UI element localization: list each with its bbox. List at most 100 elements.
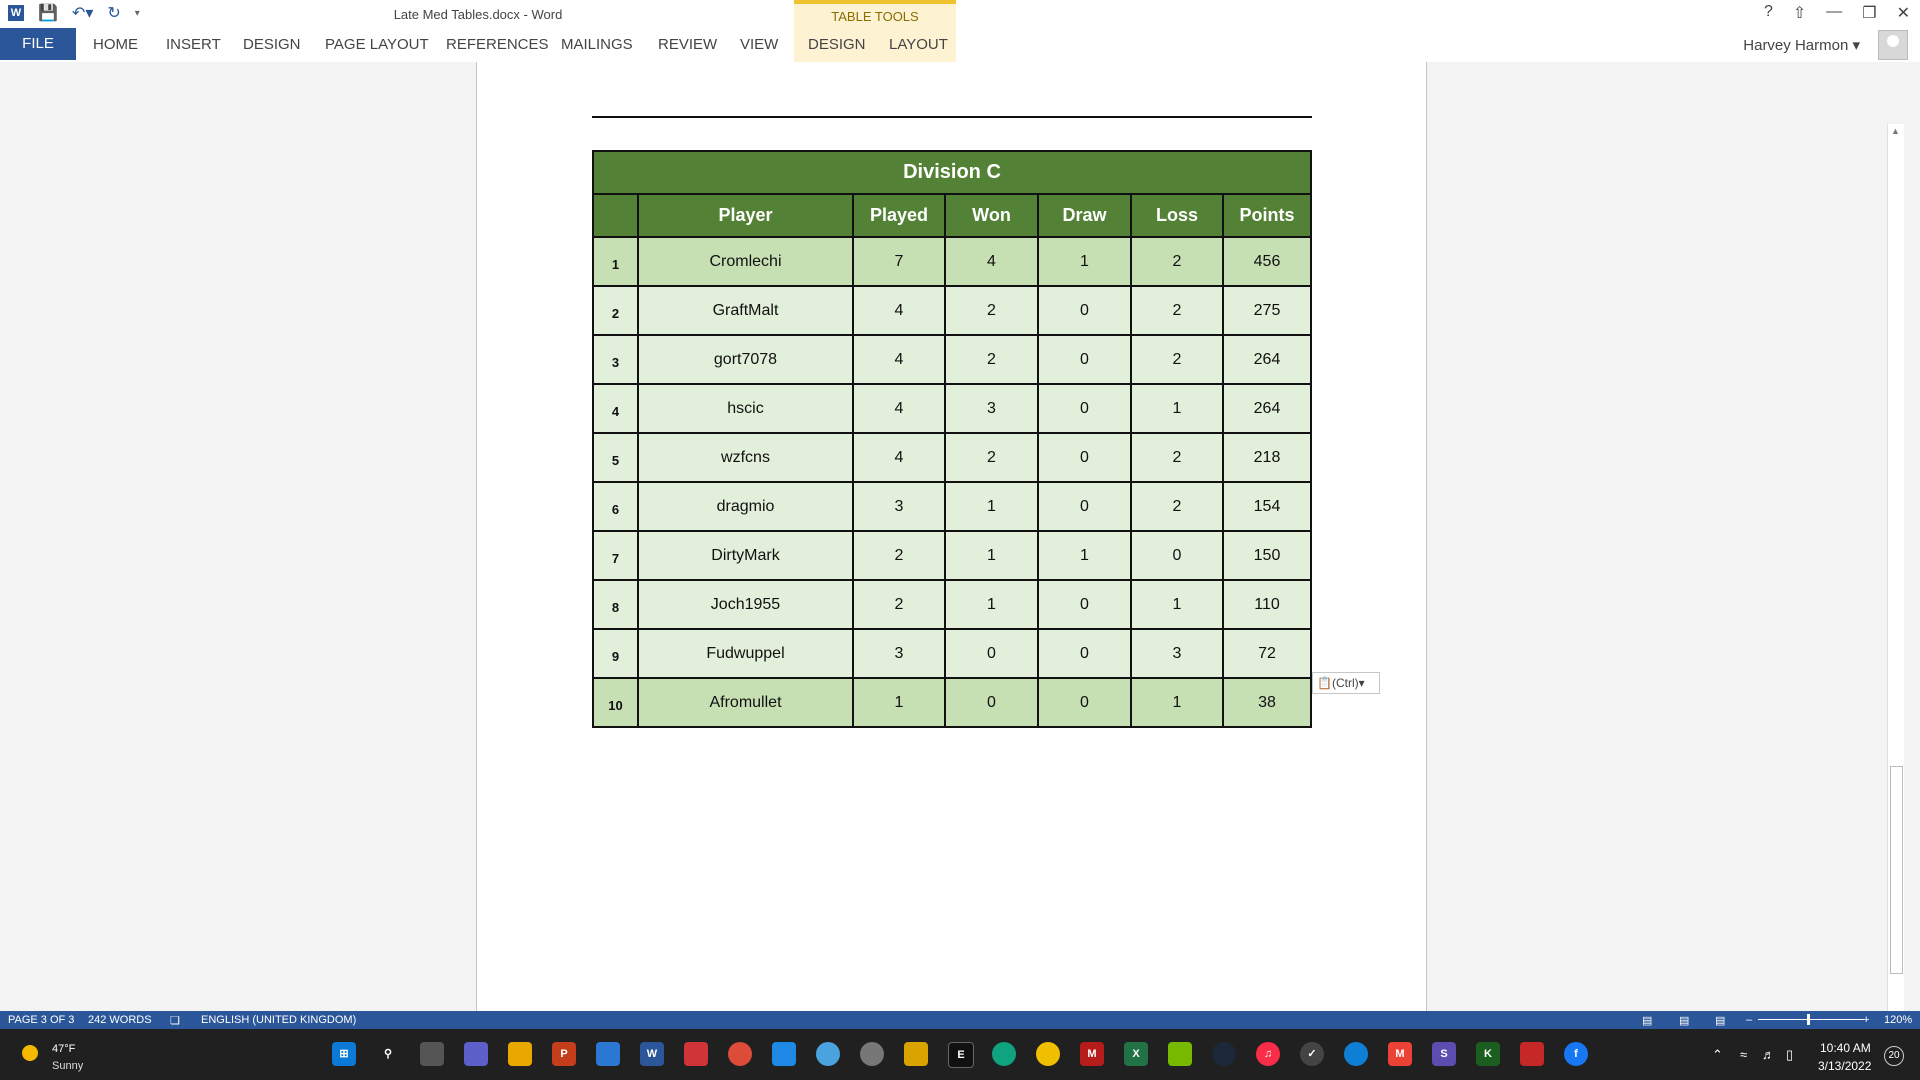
document-page[interactable]: Division C Player Played Won Draw Loss P…: [476, 62, 1427, 1011]
notification-badge[interactable]: 20: [1884, 1046, 1904, 1066]
won-cell[interactable]: 0: [944, 677, 1039, 728]
player-cell[interactable]: gort7078: [637, 334, 854, 385]
clock-time[interactable]: 10:40 AM: [1820, 1041, 1871, 1055]
won-cell[interactable]: 0: [944, 628, 1039, 679]
won-cell[interactable]: 3: [944, 383, 1039, 434]
tab-insert[interactable]: INSERT: [166, 36, 221, 53]
word-count[interactable]: 242 WORDS: [88, 1014, 152, 1026]
played-cell[interactable]: 4: [852, 432, 946, 483]
help-icon[interactable]: ?: [1764, 3, 1773, 23]
won-cell[interactable]: 1: [944, 481, 1039, 532]
weather-temperature[interactable]: 47°F: [52, 1043, 75, 1055]
points-cell[interactable]: 218: [1222, 432, 1312, 483]
zoom-slider[interactable]: [1758, 1019, 1864, 1020]
tips-icon[interactable]: [816, 1042, 840, 1066]
excel-icon[interactable]: X: [1124, 1042, 1148, 1066]
close-icon[interactable]: ✕: [1897, 3, 1910, 23]
player-cell[interactable]: Fudwuppel: [637, 628, 854, 679]
tab-file[interactable]: FILE: [0, 28, 76, 60]
scroll-up-icon[interactable]: ▲: [1891, 126, 1900, 136]
file-explorer-icon[interactable]: [508, 1042, 532, 1066]
points-cell[interactable]: 456: [1222, 236, 1312, 287]
language-indicator[interactable]: ENGLISH (UNITED KINGDOM): [201, 1014, 356, 1026]
draw-cell[interactable]: 0: [1037, 285, 1132, 336]
draw-cell[interactable]: 0: [1037, 383, 1132, 434]
page-indicator[interactable]: PAGE 3 OF 3: [8, 1014, 74, 1026]
draw-cell[interactable]: 0: [1037, 677, 1132, 728]
points-cell[interactable]: 72: [1222, 628, 1312, 679]
draw-cell[interactable]: 0: [1037, 579, 1132, 630]
read-mode-icon[interactable]: ▤: [1642, 1014, 1652, 1027]
rank-cell[interactable]: 7: [592, 530, 639, 581]
rank-cell[interactable]: 1: [592, 236, 639, 287]
nvidia-icon[interactable]: [1168, 1042, 1192, 1066]
music-icon[interactable]: ♫: [1256, 1042, 1280, 1066]
draw-cell[interactable]: 1: [1037, 236, 1132, 287]
won-cell[interactable]: 2: [944, 432, 1039, 483]
played-cell[interactable]: 1: [852, 677, 946, 728]
rank-cell[interactable]: 3: [592, 334, 639, 385]
steam-icon[interactable]: [1212, 1042, 1236, 1066]
tab-table-layout[interactable]: LAYOUT: [889, 36, 948, 53]
paste-options-button[interactable]: 📋(Ctrl)▾: [1312, 672, 1380, 694]
k-app-icon[interactable]: K: [1476, 1042, 1500, 1066]
points-cell[interactable]: 264: [1222, 334, 1312, 385]
media-icon[interactable]: [1036, 1042, 1060, 1066]
points-cell[interactable]: 38: [1222, 677, 1312, 728]
restore-icon[interactable]: ❐: [1862, 3, 1876, 23]
store-icon[interactable]: [596, 1042, 620, 1066]
zoom-in-icon[interactable]: +: [1863, 1014, 1869, 1026]
points-cell[interactable]: 264: [1222, 383, 1312, 434]
player-cell[interactable]: DirtyMark: [637, 530, 854, 581]
zoom-level[interactable]: 120%: [1884, 1014, 1912, 1026]
rank-cell[interactable]: 6: [592, 481, 639, 532]
played-cell[interactable]: 3: [852, 628, 946, 679]
photos-icon[interactable]: [772, 1042, 796, 1066]
proofing-icon[interactable]: ❏: [170, 1014, 180, 1027]
tab-page-layout[interactable]: PAGE LAYOUT: [325, 36, 429, 53]
played-cell[interactable]: 2: [852, 530, 946, 581]
zoom-slider-thumb[interactable]: [1807, 1014, 1810, 1025]
played-cell[interactable]: 7: [852, 236, 946, 287]
loss-cell[interactable]: 1: [1130, 677, 1224, 728]
loss-cell[interactable]: 2: [1130, 334, 1224, 385]
points-cell[interactable]: 275: [1222, 285, 1312, 336]
points-cell[interactable]: 110: [1222, 579, 1312, 630]
facebook-icon[interactable]: f: [1564, 1042, 1588, 1066]
todo-icon[interactable]: ✓: [1300, 1042, 1324, 1066]
user-name[interactable]: Harvey Harmon ▾: [1743, 36, 1860, 54]
ribbon-display-icon[interactable]: ⇧: [1793, 3, 1806, 23]
player-cell[interactable]: wzfcns: [637, 432, 854, 483]
task-view-icon[interactable]: [420, 1042, 444, 1066]
tab-home[interactable]: HOME: [93, 36, 138, 53]
loss-cell[interactable]: 2: [1130, 432, 1224, 483]
battery-icon[interactable]: ▯: [1786, 1047, 1793, 1063]
weather-description[interactable]: Sunny: [52, 1060, 83, 1072]
draw-cell[interactable]: 1: [1037, 530, 1132, 581]
wifi-icon[interactable]: ≈: [1740, 1047, 1747, 1062]
rank-cell[interactable]: 8: [592, 579, 639, 630]
chrome-icon[interactable]: [728, 1042, 752, 1066]
minimize-icon[interactable]: —: [1826, 3, 1842, 23]
draw-cell[interactable]: 0: [1037, 334, 1132, 385]
rank-cell[interactable]: 2: [592, 285, 639, 336]
tab-table-design[interactable]: DESIGN: [808, 36, 866, 53]
chat-icon[interactable]: [464, 1042, 488, 1066]
player-cell[interactable]: dragmio: [637, 481, 854, 532]
avatar[interactable]: [1878, 30, 1908, 60]
loss-cell[interactable]: 0: [1130, 530, 1224, 581]
powerpoint-icon[interactable]: P: [552, 1042, 576, 1066]
gmail-icon[interactable]: M: [1388, 1042, 1412, 1066]
chatgpt-icon[interactable]: [992, 1042, 1016, 1066]
scrollbar-thumb[interactable]: [1890, 766, 1903, 974]
won-cell[interactable]: 2: [944, 334, 1039, 385]
played-cell[interactable]: 4: [852, 383, 946, 434]
web-layout-icon[interactable]: ▤: [1715, 1014, 1725, 1027]
played-cell[interactable]: 4: [852, 285, 946, 336]
player-cell[interactable]: Joch1955: [637, 579, 854, 630]
played-cell[interactable]: 4: [852, 334, 946, 385]
rank-cell[interactable]: 9: [592, 628, 639, 679]
loss-cell[interactable]: 2: [1130, 236, 1224, 287]
draw-cell[interactable]: 0: [1037, 432, 1132, 483]
loss-cell[interactable]: 1: [1130, 383, 1224, 434]
